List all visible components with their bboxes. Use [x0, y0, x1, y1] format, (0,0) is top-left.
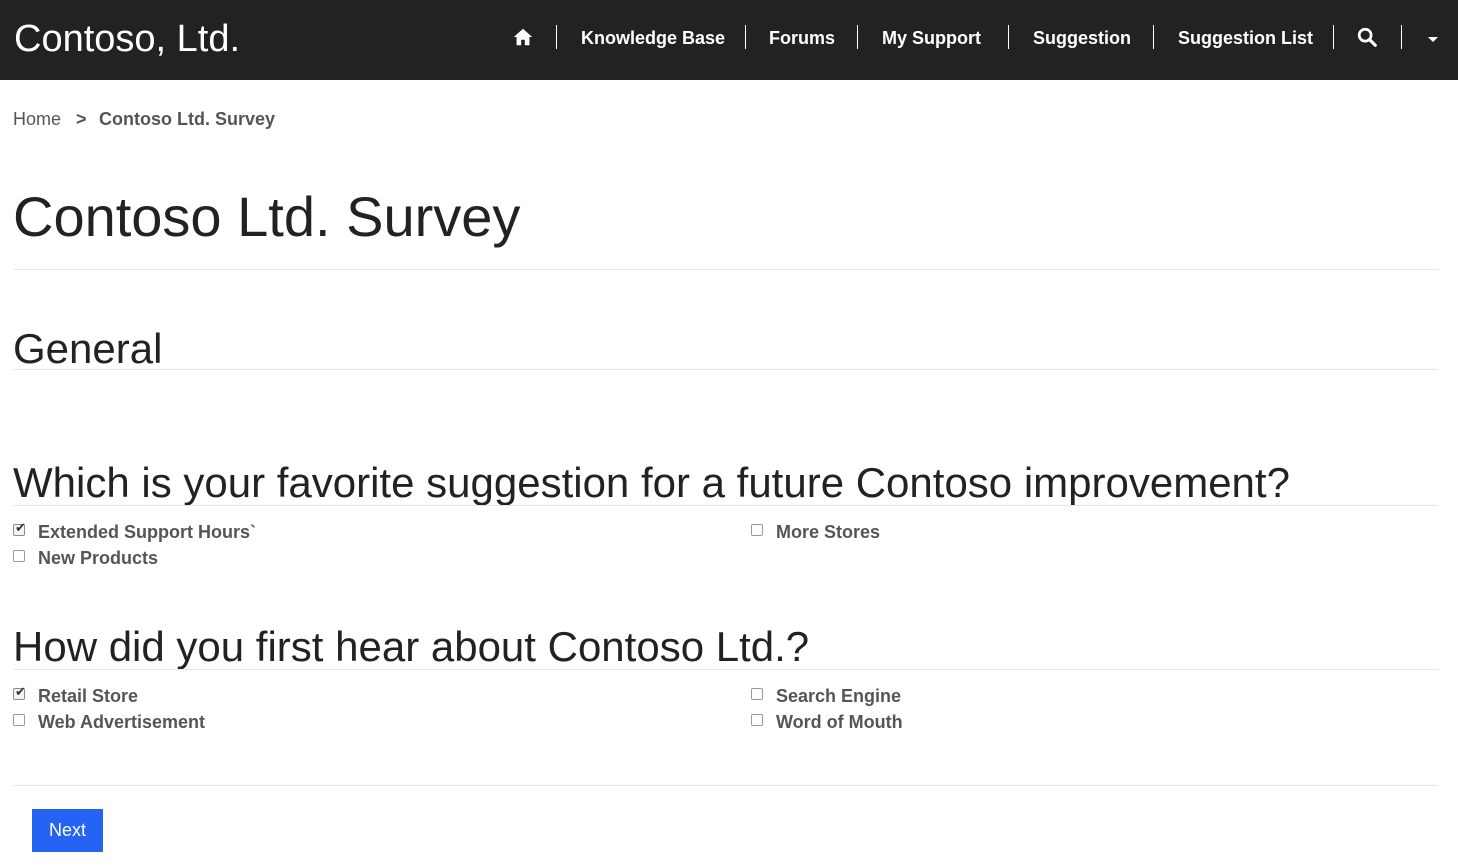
next-button[interactable]: Next: [32, 809, 103, 852]
nav-my-support[interactable]: My Support: [882, 0, 981, 80]
question-2-text: How did you first hear about Contoso Ltd…: [13, 623, 810, 670]
title-divider: [13, 269, 1438, 270]
page-title: Contoso Ltd. Survey: [13, 185, 521, 248]
checkbox[interactable]: [751, 524, 763, 536]
nav-divider: [1401, 25, 1402, 49]
checkbox[interactable]: [13, 550, 25, 562]
question-divider: [13, 505, 1438, 506]
nav-forums[interactable]: Forums: [769, 0, 835, 80]
nav-divider: [857, 25, 858, 49]
breadcrumb-current: Contoso Ltd. Survey: [99, 109, 276, 129]
search-icon[interactable]: [1356, 26, 1378, 48]
home-icon[interactable]: [512, 26, 534, 48]
checkmark-icon: ✔: [15, 685, 26, 700]
nav-divider: [745, 25, 746, 49]
checkbox[interactable]: [13, 714, 25, 726]
option-label: More Stores: [776, 522, 881, 542]
checkbox[interactable]: [751, 688, 763, 700]
checkmark-icon: ✔: [15, 521, 26, 536]
brand-logo-text[interactable]: Contoso, Ltd.: [14, 14, 240, 64]
option-label: Extended Support Hours`: [38, 522, 257, 542]
checkbox-checked[interactable]: ✔: [13, 685, 26, 700]
section-divider: [13, 369, 1438, 370]
nav-divider: [1333, 25, 1334, 49]
checkbox[interactable]: [751, 714, 763, 726]
option-label: Search Engine: [776, 686, 902, 706]
section-title: General: [13, 325, 163, 372]
nav-divider: [1008, 25, 1009, 49]
option-label: Retail Store: [38, 686, 139, 706]
question-divider: [13, 669, 1438, 670]
form-footer-divider: [13, 785, 1438, 786]
top-navbar: Contoso, Ltd. Knowledge Base Forums My S…: [0, 0, 1458, 80]
nav-divider: [556, 25, 557, 49]
nav-divider: [1153, 25, 1154, 49]
breadcrumb-separator: >: [76, 109, 87, 129]
option-label: Word of Mouth: [776, 712, 903, 732]
caret-down-icon[interactable]: [1428, 37, 1438, 42]
nav-knowledge-base[interactable]: Knowledge Base: [581, 0, 725, 80]
nav-suggestion[interactable]: Suggestion: [1033, 0, 1131, 80]
checkbox-checked[interactable]: ✔: [13, 521, 26, 536]
nav-suggestion-list[interactable]: Suggestion List: [1178, 0, 1313, 80]
breadcrumb-home[interactable]: Home: [13, 106, 61, 132]
option-label: New Products: [38, 548, 159, 568]
question-1-text: Which is your favorite suggestion for a …: [13, 459, 1290, 506]
option-label: Web Advertisement: [38, 712, 206, 732]
